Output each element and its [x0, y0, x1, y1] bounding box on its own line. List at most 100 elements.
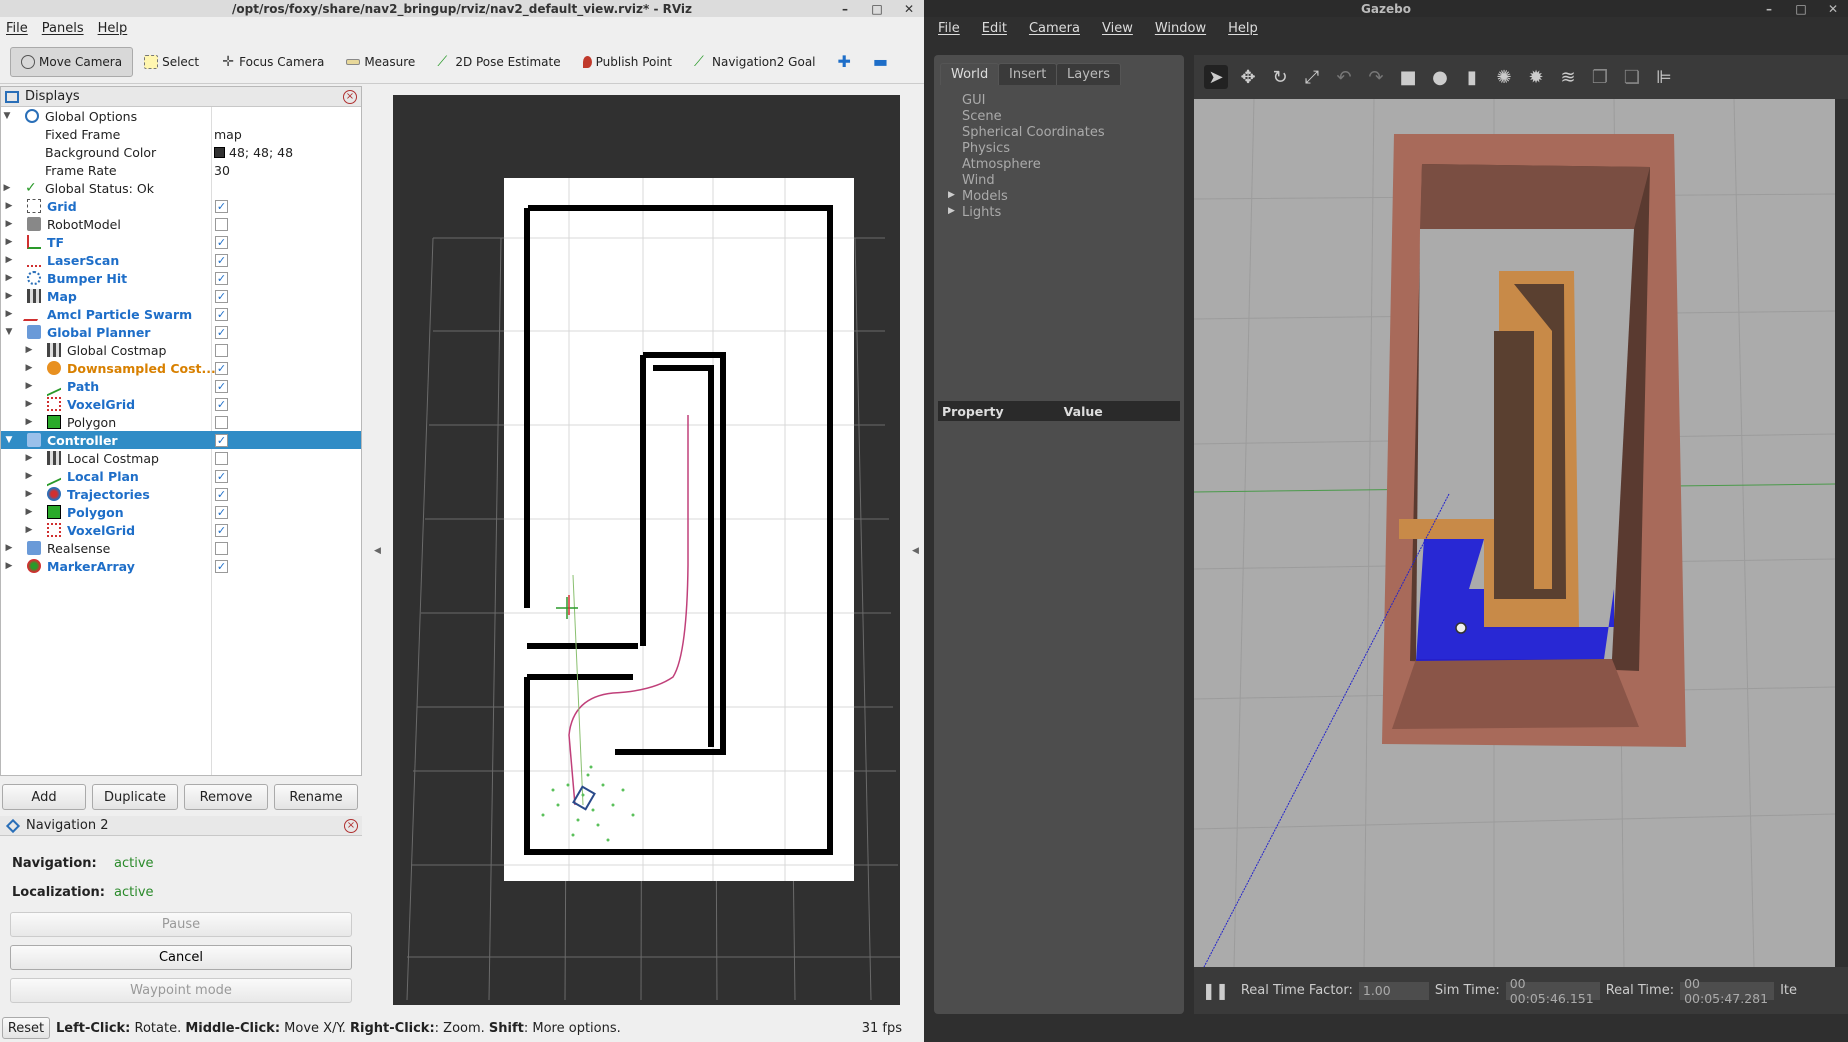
display-item[interactable]: ▶ RobotModel — [1, 215, 361, 233]
expand-arrow-icon[interactable]: ▼ — [3, 327, 15, 337]
waypoint-mode-button[interactable]: Waypoint mode — [10, 978, 352, 1003]
display-checkbox[interactable]: ✓ — [215, 505, 228, 519]
gz-menu-window[interactable]: Window — [1155, 21, 1206, 36]
display-checkbox[interactable]: ✓ — [215, 559, 228, 573]
display-item[interactable]: ▼ Global Planner ✓ — [1, 323, 361, 341]
point-light-icon[interactable]: ✺ — [1492, 65, 1516, 89]
pause-button[interactable]: Pause — [10, 912, 352, 937]
menu-help[interactable]: Help — [98, 21, 128, 36]
tree-row-frame-rate[interactable]: Frame Rate 30 — [1, 161, 361, 179]
display-item[interactable]: ▶ Polygon ✓ — [1, 503, 361, 521]
tab-layers[interactable]: Layers — [1056, 63, 1122, 85]
remove-button[interactable]: Remove — [184, 784, 268, 810]
display-checkbox[interactable]: ✓ — [215, 379, 228, 393]
display-checkbox[interactable]: ✓ — [215, 487, 228, 501]
collapse-right-icon[interactable]: ◀ — [912, 546, 922, 558]
tab-insert[interactable]: Insert — [998, 63, 1058, 85]
display-item[interactable]: ▼ Controller ✓ — [1, 431, 361, 449]
menu-file[interactable]: File — [6, 21, 28, 36]
pose-estimate-button[interactable]: ⟋ 2D Pose Estimate — [426, 47, 571, 77]
display-checkbox[interactable]: ✓ — [215, 253, 228, 267]
world-item-gui[interactable]: GUI — [962, 93, 985, 108]
expand-arrow-icon[interactable]: ▶ — [23, 399, 35, 409]
display-item[interactable]: ▶ Polygon — [1, 413, 361, 431]
display-item[interactable]: ▶ VoxelGrid ✓ — [1, 395, 361, 413]
gazebo-3d-view[interactable] — [1194, 99, 1835, 967]
display-checkbox[interactable]: ✓ — [215, 235, 228, 249]
select-mode-icon[interactable]: ➤ — [1204, 65, 1228, 89]
expand-arrow-icon[interactable]: ▶ — [23, 525, 35, 535]
display-item[interactable]: ▶ MarkerArray ✓ — [1, 557, 361, 575]
collapse-left-icon[interactable]: ◀ — [374, 546, 384, 558]
display-checkbox[interactable] — [215, 451, 228, 465]
world-item-scene[interactable]: Scene — [962, 109, 1002, 124]
rename-button[interactable]: Rename — [274, 784, 358, 810]
fixed-frame-value[interactable]: map — [214, 127, 242, 142]
translate-icon[interactable]: ✥ — [1236, 65, 1260, 89]
move-camera-button[interactable]: Move Camera — [10, 46, 134, 77]
rotate-icon[interactable]: ↻ — [1268, 65, 1292, 89]
tree-row-fixed-frame[interactable]: Fixed Frame map — [1, 125, 361, 143]
tab-world[interactable]: World — [940, 63, 1000, 85]
world-item-wind[interactable]: Wind — [962, 173, 995, 188]
display-checkbox[interactable]: ✓ — [215, 289, 228, 303]
remove-tool-button[interactable]: ▬ — [862, 47, 899, 77]
expand-arrow-icon[interactable]: ▶ — [3, 561, 15, 571]
expand-arrow-icon[interactable]: ▶ — [3, 543, 15, 553]
expand-arrow-icon[interactable]: ▼ — [1, 111, 13, 121]
directional-light-icon[interactable]: ≋ — [1556, 65, 1580, 89]
add-tool-button[interactable]: ✚ — [827, 47, 862, 77]
focus-camera-button[interactable]: ✛ Focus Camera — [210, 47, 335, 77]
cylinder-icon[interactable]: ▮ — [1460, 65, 1484, 89]
align-icon[interactable]: ⊫ — [1652, 65, 1676, 89]
display-item[interactable]: ▶ Local Costmap — [1, 449, 361, 467]
background-color-value[interactable]: 48; 48; 48 — [214, 145, 293, 160]
display-item[interactable]: ▶ Local Plan ✓ — [1, 465, 361, 487]
display-item[interactable]: ▶ VoxelGrid ✓ — [1, 521, 361, 539]
display-item[interactable]: ▶ Global Costmap — [1, 341, 361, 359]
expand-arrow-icon[interactable]: ▶ — [3, 237, 15, 247]
maximize-icon[interactable]: □ — [1792, 2, 1810, 16]
expand-arrow-icon[interactable]: ▶ — [1, 183, 13, 193]
close-icon[interactable]: ✕ — [1824, 2, 1842, 16]
world-item-models[interactable]: Models — [962, 189, 1008, 204]
close-icon[interactable]: × — [343, 89, 357, 104]
display-item[interactable]: ▶ Map ✓ — [1, 287, 361, 305]
expand-arrow-icon[interactable]: ▶ — [23, 363, 35, 373]
gz-menu-view[interactable]: View — [1102, 21, 1133, 36]
display-checkbox[interactable] — [215, 415, 228, 429]
measure-button[interactable]: Measure — [335, 47, 426, 77]
gz-menu-camera[interactable]: Camera — [1029, 21, 1080, 36]
display-checkbox[interactable]: ✓ — [215, 325, 228, 339]
expand-arrow-icon[interactable]: ▶ — [3, 273, 15, 283]
display-item[interactable]: ▶ Bumper Hit ✓ — [1, 269, 361, 287]
expand-arrow-icon[interactable]: ▶ — [3, 219, 15, 229]
close-icon[interactable]: ✕ — [900, 2, 918, 16]
gz-menu-edit[interactable]: Edit — [982, 21, 1007, 36]
display-checkbox[interactable] — [215, 541, 228, 555]
box-icon[interactable]: ■ — [1396, 65, 1420, 89]
cancel-button[interactable]: Cancel — [10, 945, 352, 970]
expand-arrow-icon[interactable]: ▶ — [23, 381, 35, 391]
display-item[interactable]: ▶ Path ✓ — [1, 375, 361, 397]
sphere-icon[interactable]: ● — [1428, 65, 1452, 89]
expand-arrow-icon[interactable]: ▼ — [3, 435, 15, 445]
tree-row-background-color[interactable]: Background Color 48; 48; 48 — [1, 143, 361, 161]
pause-icon[interactable]: ❚❚ — [1202, 981, 1229, 1000]
reset-button[interactable]: Reset — [2, 1017, 50, 1039]
minimize-icon[interactable]: – — [1760, 2, 1778, 16]
display-checkbox[interactable]: ✓ — [215, 469, 228, 483]
world-item-lights[interactable]: Lights — [962, 205, 1001, 220]
expand-arrow-icon[interactable]: ▶ — [3, 201, 15, 211]
expand-arrow-icon[interactable]: ▶ — [23, 507, 35, 517]
expand-arrow-icon[interactable]: ▶ — [3, 291, 15, 301]
menu-panels[interactable]: Panels — [42, 21, 84, 36]
expand-arrow-icon[interactable]: ▶ — [948, 190, 955, 200]
close-icon[interactable]: × — [344, 818, 358, 833]
copy-icon[interactable]: ❐ — [1588, 65, 1612, 89]
gz-menu-help[interactable]: Help — [1228, 21, 1258, 36]
display-item[interactable]: ▶ Grid ✓ — [1, 197, 361, 215]
tree-row-global-status[interactable]: ▶ ✓ Global Status: Ok — [1, 179, 361, 197]
expand-arrow-icon[interactable]: ▶ — [23, 489, 35, 499]
nav2-goal-button[interactable]: ⟋ Navigation2 Goal — [683, 47, 827, 77]
